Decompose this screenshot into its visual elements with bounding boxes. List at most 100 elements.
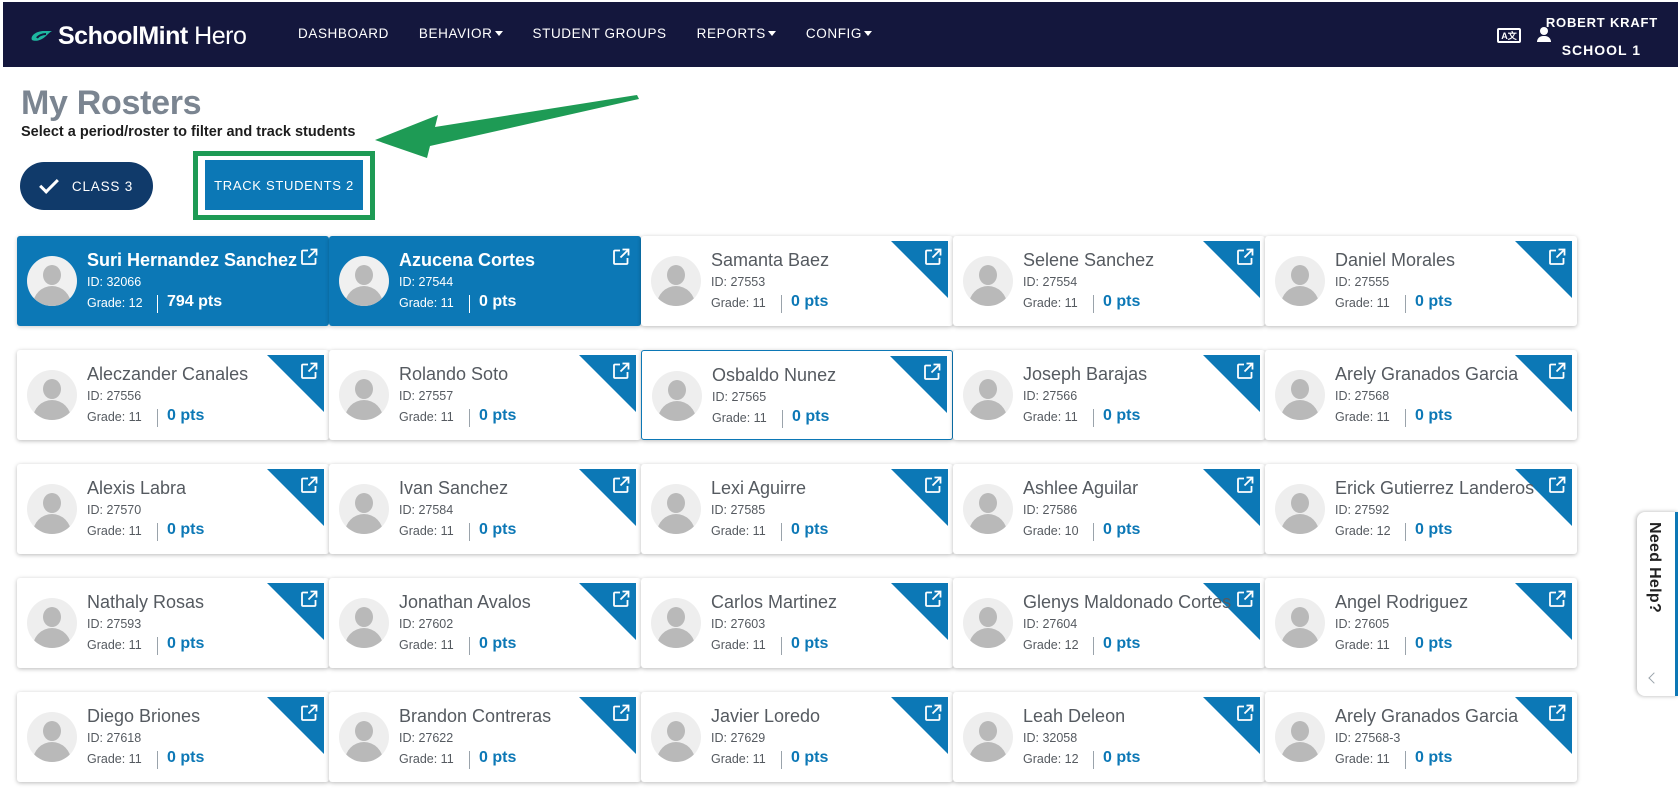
student-card[interactable]: Arely Granados Garcia ID: 27568-3 Grade: 1… bbox=[1265, 692, 1577, 782]
external-link-icon[interactable] bbox=[924, 476, 942, 494]
nav-item-dashboard[interactable]: DASHBOARD bbox=[298, 26, 389, 41]
avatar bbox=[339, 598, 389, 648]
schoolmint-logo[interactable]: SchoolMint Hero bbox=[28, 21, 247, 51]
avatar bbox=[651, 598, 701, 648]
external-link-icon[interactable] bbox=[300, 704, 318, 722]
translate-icon[interactable]: A文 bbox=[1497, 28, 1521, 43]
student-id: ID: 27592 bbox=[1335, 503, 1390, 517]
student-card[interactable]: Osbaldo Nunez ID: 27565 Grade: 11 0 pts bbox=[641, 350, 953, 440]
student-card[interactable]: Daniel Morales ID: 27555 Grade: 11 0 pts bbox=[1265, 236, 1577, 326]
external-link-icon[interactable] bbox=[1236, 476, 1254, 494]
external-link-icon[interactable] bbox=[1236, 704, 1254, 722]
student-id: ID: 27629 bbox=[711, 731, 766, 745]
student-points: 0 pts bbox=[479, 749, 517, 766]
student-card[interactable]: Arely Granados Garcia ID: 27568 Grade: 11 0… bbox=[1265, 350, 1577, 440]
divider bbox=[469, 637, 470, 655]
student-grade: Grade: 11 bbox=[399, 638, 454, 652]
external-link-icon[interactable] bbox=[1548, 476, 1566, 494]
external-link-icon[interactable] bbox=[924, 590, 942, 608]
student-id: ID: 27555 bbox=[1335, 275, 1390, 289]
external-link-icon[interactable] bbox=[924, 704, 942, 722]
external-link-icon[interactable] bbox=[1236, 248, 1254, 266]
student-points: 0 pts bbox=[791, 293, 829, 310]
external-link-icon[interactable] bbox=[612, 362, 630, 380]
student-card[interactable]: Aleczander Canales ID: 27556 Grade: 11 0 pt… bbox=[17, 350, 329, 440]
student-points: 0 pts bbox=[1415, 293, 1453, 310]
student-name: Diego Briones bbox=[87, 706, 201, 726]
nav-item-student-groups[interactable]: STUDENT GROUPS bbox=[533, 26, 667, 41]
student-card[interactable]: Nathaly Rosas ID: 27593 Grade: 11 0 pts bbox=[17, 578, 329, 668]
student-grade: Grade: 11 bbox=[1335, 410, 1390, 424]
student-card[interactable]: Alexis Labra ID: 27570 Grade: 11 0 pts bbox=[17, 464, 329, 554]
student-id: ID: 27584 bbox=[399, 503, 454, 517]
student-card[interactable]: Carlos Martinez ID: 27603 Grade: 11 0 pts bbox=[641, 578, 953, 668]
student-card[interactable]: Suri Hernandez Sanchez ID: 32066 Grade: 12… bbox=[17, 236, 329, 326]
external-link-icon[interactable] bbox=[1548, 704, 1566, 722]
avatar bbox=[1275, 712, 1325, 762]
student-card[interactable]: Diego Briones ID: 27618 Grade: 11 0 pts bbox=[17, 692, 329, 782]
external-link-icon[interactable] bbox=[300, 362, 318, 380]
student-id: ID: 32058 bbox=[1023, 731, 1078, 745]
external-link-icon[interactable] bbox=[1548, 590, 1566, 608]
external-link-icon[interactable] bbox=[1236, 362, 1254, 380]
external-link-icon[interactable] bbox=[923, 363, 941, 381]
student-id: ID: 27544 bbox=[399, 275, 454, 289]
external-link-icon[interactable] bbox=[1548, 362, 1566, 380]
external-link-icon[interactable] bbox=[300, 590, 318, 608]
need-help-tab[interactable]: Need Help? bbox=[1637, 512, 1678, 696]
student-card[interactable]: Lexi Aguirre ID: 27585 Grade: 11 0 pts bbox=[641, 464, 953, 554]
student-name: Carlos Martinez bbox=[711, 592, 838, 612]
external-link-icon[interactable] bbox=[300, 476, 318, 494]
external-link-icon[interactable] bbox=[612, 248, 630, 266]
nav-item-reports[interactable]: REPORTS bbox=[697, 26, 776, 41]
student-grade: Grade: 11 bbox=[399, 410, 454, 424]
student-card[interactable]: Azucena Cortes ID: 27544 Grade: 11 0 pts bbox=[329, 236, 641, 326]
student-card[interactable]: Selene Sanchez ID: 27554 Grade: 11 0 pts bbox=[953, 236, 1265, 326]
roster-class-button[interactable]: CLASS 3 bbox=[20, 162, 153, 210]
student-id: ID: 27604 bbox=[1023, 617, 1078, 631]
user-school[interactable]: SCHOOL 1 bbox=[1562, 42, 1641, 58]
student-card[interactable]: Ashlee Aguilar ID: 27586 Grade: 10 0 pts bbox=[953, 464, 1265, 554]
track-students-button[interactable]: TRACK STUDENTS 2 bbox=[205, 160, 363, 210]
student-card[interactable]: Jonathan Avalos ID: 27602 Grade: 11 0 pts bbox=[329, 578, 641, 668]
avatar bbox=[651, 484, 701, 534]
student-name: Nathaly Rosas bbox=[87, 592, 205, 612]
student-card[interactable]: Brandon Contreras ID: 27622 Grade: 11 0 pts bbox=[329, 692, 641, 782]
user-name[interactable]: ROBERT KRAFT bbox=[1546, 15, 1658, 30]
student-card[interactable]: Angel Rodriguez ID: 27605 Grade: 11 0 pts bbox=[1265, 578, 1577, 668]
external-link-icon[interactable] bbox=[612, 590, 630, 608]
nav-item-behavior[interactable]: BEHAVIOR bbox=[419, 26, 503, 41]
avatar bbox=[651, 712, 701, 762]
student-grade: Grade: 10 bbox=[1023, 524, 1079, 538]
external-link-icon[interactable] bbox=[612, 476, 630, 494]
student-name: Azucena Cortes bbox=[399, 250, 536, 270]
avatar bbox=[1275, 484, 1325, 534]
student-points: 0 pts bbox=[791, 749, 829, 766]
divider bbox=[157, 523, 158, 541]
student-card[interactable]: Rolando Soto ID: 27557 Grade: 11 0 pts bbox=[329, 350, 641, 440]
student-card[interactable]: Erick Gutierrez Landeros ID: 27592 Grade: … bbox=[1265, 464, 1577, 554]
divider bbox=[469, 295, 470, 313]
external-link-icon[interactable] bbox=[924, 248, 942, 266]
student-card[interactable]: Samanta Baez ID: 27553 Grade: 11 0 pts bbox=[641, 236, 953, 326]
student-card[interactable]: Javier Loredo ID: 27629 Grade: 11 0 pts bbox=[641, 692, 953, 782]
student-card[interactable]: Ivan Sanchez ID: 27584 Grade: 11 0 pts bbox=[329, 464, 641, 554]
nav-item-label: DASHBOARD bbox=[298, 26, 389, 41]
student-id: ID: 27553 bbox=[711, 275, 766, 289]
external-link-icon[interactable] bbox=[612, 704, 630, 722]
divider bbox=[1405, 523, 1406, 541]
student-cards-grid: Suri Hernandez Sanchez ID: 32066 Grade: 12… bbox=[17, 236, 1665, 797]
external-link-icon[interactable] bbox=[300, 248, 318, 266]
student-card[interactable]: Leah Deleon ID: 32058 Grade: 12 0 pts bbox=[953, 692, 1265, 782]
student-id: ID: 27603 bbox=[711, 617, 766, 631]
student-card[interactable]: Joseph Barajas ID: 27566 Grade: 11 0 pts bbox=[953, 350, 1265, 440]
external-link-icon[interactable] bbox=[1236, 590, 1254, 608]
student-card[interactable]: Glenys Maldonado Cortes ID: 27604 Grade: 1… bbox=[953, 578, 1265, 668]
student-name: Osbaldo Nunez bbox=[712, 365, 837, 385]
external-link-icon[interactable] bbox=[1548, 248, 1566, 266]
nav-item-config[interactable]: CONFIG bbox=[806, 26, 872, 41]
student-grade: Grade: 11 bbox=[1023, 296, 1078, 310]
student-name: Daniel Morales bbox=[1335, 250, 1456, 270]
divider bbox=[1405, 637, 1406, 655]
chevron-left-icon[interactable] bbox=[1648, 672, 1660, 684]
